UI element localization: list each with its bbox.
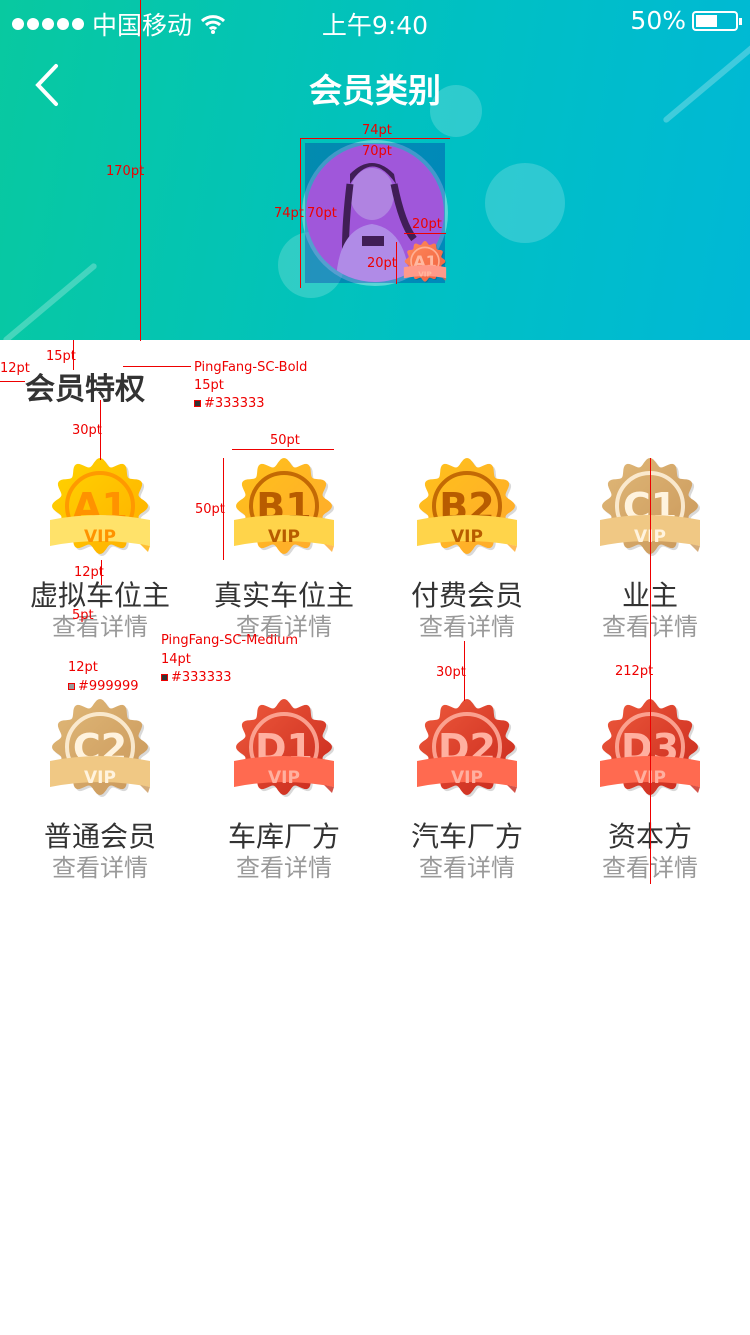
- annotation: #999999: [68, 679, 139, 694]
- battery-icon: [692, 10, 742, 31]
- view-details-link[interactable]: 查看详情: [375, 612, 559, 642]
- svg-text:VIP: VIP: [451, 527, 483, 547]
- decor-bubble: [485, 163, 565, 243]
- section-title: 会员特权: [25, 372, 145, 407]
- annotation: 70pt: [307, 206, 337, 221]
- vip-badge-icon: A1 VIP: [403, 241, 447, 283]
- page-title: 会员类别: [309, 71, 441, 110]
- annotation: 14pt: [161, 652, 191, 667]
- vip-badge-icon: B1 VIP: [234, 458, 334, 556]
- annotation: PingFang-SC-Bold: [194, 360, 308, 375]
- measure-line: [0, 381, 25, 382]
- member-item-b2[interactable]: B2 VIP 付费会员 查看详情: [375, 458, 559, 642]
- annotation-text: #333333: [204, 396, 265, 411]
- annotation: 50pt: [270, 433, 300, 448]
- status-bar: 中国移动 上午9:40 50%: [0, 0, 750, 40]
- vip-badge-icon: A1 VIP: [50, 458, 150, 556]
- annotation: 20pt: [412, 217, 442, 232]
- member-name: 虚拟车位主: [29, 579, 170, 612]
- vip-badge-icon: C2 VIP: [50, 699, 150, 797]
- decor-streak: [2, 262, 98, 340]
- member-name: 付费会员: [410, 579, 523, 612]
- battery-percent: 50%: [630, 6, 686, 35]
- vip-badge-icon: D2 VIP: [417, 699, 517, 797]
- annotation-text: #333333: [171, 670, 232, 685]
- member-name: 普通会员: [43, 820, 156, 853]
- annotation: 12pt: [74, 565, 104, 580]
- svg-text:VIP: VIP: [268, 768, 300, 788]
- svg-text:VIP: VIP: [84, 527, 116, 547]
- annotation: 170pt: [106, 164, 145, 179]
- view-details-link[interactable]: 查看详情: [8, 853, 192, 883]
- annotation: 15pt: [46, 349, 76, 364]
- svg-text:VIP: VIP: [418, 270, 432, 279]
- member-item-d1[interactable]: D1 VIP 车库厂方 查看详情: [192, 699, 376, 883]
- svg-text:VIP: VIP: [451, 768, 483, 788]
- view-details-link[interactable]: 查看详情: [375, 853, 559, 883]
- annotation-text: #999999: [78, 679, 139, 694]
- member-name: 真实车位主: [213, 579, 354, 612]
- annotation: 50pt: [195, 502, 225, 517]
- svg-text:VIP: VIP: [84, 768, 116, 788]
- member-item-c2[interactable]: C2 VIP 普通会员 查看详情: [8, 699, 192, 883]
- annotation: 30pt: [436, 665, 466, 680]
- member-name: 汽车厂方: [410, 820, 523, 853]
- annotation: 5pt: [72, 608, 94, 623]
- member-item-d2[interactable]: D2 VIP 汽车厂方 查看详情: [375, 699, 559, 883]
- annotation: 212pt: [615, 664, 654, 679]
- member-item-a1[interactable]: A1 VIP 虚拟车位主 查看详情: [8, 458, 192, 642]
- member-name: 车库厂方: [227, 820, 340, 853]
- measure-line: [300, 138, 450, 139]
- vip-badge-icon: D1 VIP: [234, 699, 334, 797]
- annotation: 74pt: [274, 206, 304, 221]
- annotation: #333333: [161, 670, 232, 685]
- annotation: 70pt: [362, 144, 392, 159]
- measure-line: [232, 449, 334, 450]
- view-details-link[interactable]: 查看详情: [192, 853, 376, 883]
- annotation: PingFang-SC-Medium: [161, 633, 299, 648]
- annotation: 74pt: [362, 123, 392, 138]
- annotation: 12pt: [0, 361, 30, 376]
- annotation: 12pt: [68, 660, 98, 675]
- measure-line: [123, 366, 191, 367]
- annotation: 15pt: [194, 378, 224, 393]
- annotation: #333333: [194, 396, 265, 411]
- annotation: 30pt: [72, 423, 102, 438]
- measure-line: [404, 233, 446, 234]
- member-item-b1[interactable]: B1 VIP 真实车位主 查看详情: [192, 458, 376, 642]
- vip-badge-icon: B2 VIP: [417, 458, 517, 556]
- annotation: 20pt: [367, 256, 397, 271]
- svg-text:VIP: VIP: [268, 527, 300, 547]
